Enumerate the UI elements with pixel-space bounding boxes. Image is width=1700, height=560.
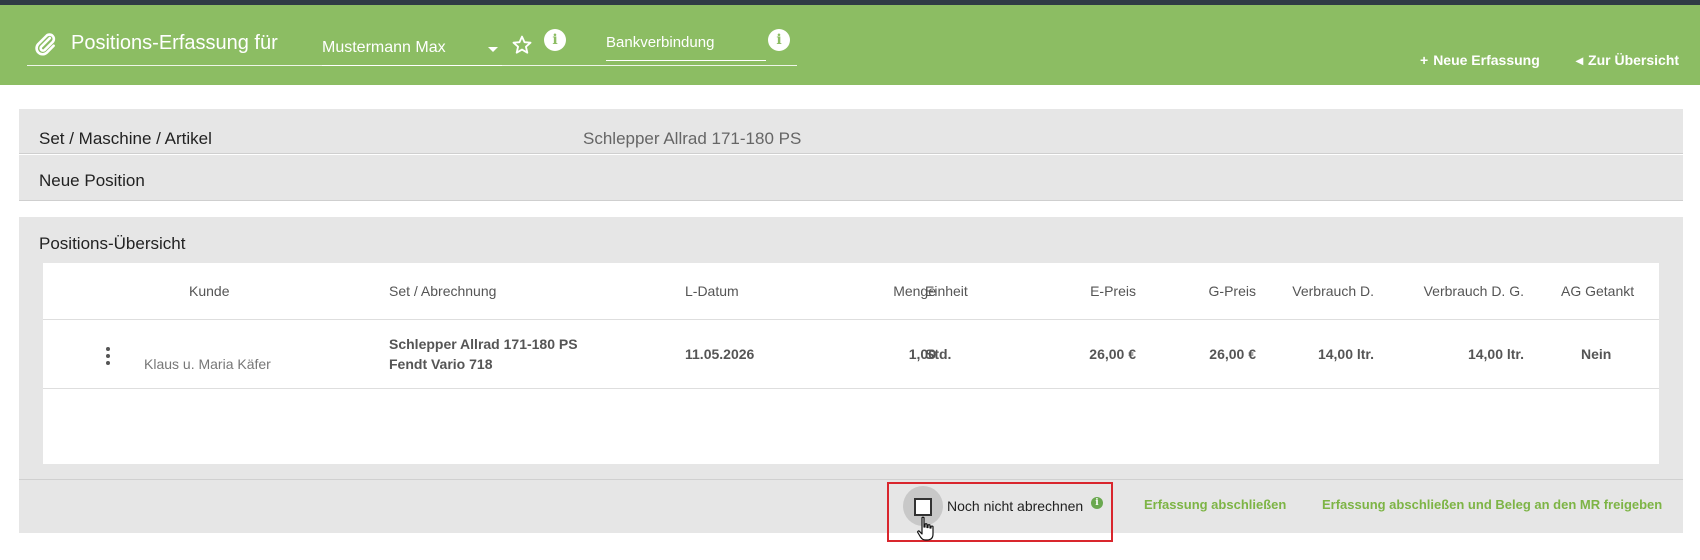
info-icon[interactable]: i [1091, 497, 1103, 509]
cell-l-datum: 11.05.2026 [685, 346, 755, 362]
new-position-panel[interactable]: Neue Position [19, 155, 1683, 201]
close-entry-button[interactable]: Erfassung abschließen [1144, 497, 1286, 512]
cell-verbrauch-d: 14,00 ltr. [1317, 346, 1374, 362]
column-header-ag-getankt: AG Getankt [1561, 283, 1635, 299]
overview-button[interactable]: ◂ Zur Übersicht [1576, 52, 1679, 69]
new-position-label: Neue Position [39, 171, 145, 190]
bank-account-field[interactable]: Bankverbindung [606, 33, 766, 61]
column-header-verbrauch-d: Verbrauch D. [1292, 283, 1374, 299]
new-entry-label: Neue Erfassung [1433, 52, 1540, 68]
paperclip-icon [35, 33, 56, 56]
set-machine-panel[interactable]: Set / Maschine / Artikel Schlepper Allra… [19, 109, 1683, 154]
kebab-menu-icon[interactable] [105, 347, 111, 367]
cell-einheit: Std. [925, 346, 952, 362]
cell-ag-getankt: Nein [1581, 346, 1612, 362]
star-icon[interactable] [511, 34, 533, 56]
header-underline [27, 65, 797, 66]
positions-overview-title: Positions-Übersicht [39, 234, 186, 253]
info-icon[interactable]: i [544, 29, 566, 51]
column-header-e-preis: E-Preis [1090, 283, 1136, 299]
column-header-einheit: Einheit [925, 283, 968, 299]
user-select[interactable]: Mustermann Max [322, 35, 502, 66]
header-bar: Positions-Erfassung für Mustermann Max i… [0, 5, 1700, 85]
chevron-down-icon [488, 47, 498, 52]
cell-g-preis: 26,00 € [1209, 346, 1256, 362]
column-header-g-preis: G-Preis [1208, 283, 1256, 299]
panel-gutter-bottom [19, 464, 1683, 479]
info-icon[interactable]: i [768, 29, 790, 51]
cell-kunde: Klaus u. Maria Käfer [144, 356, 271, 372]
cell-e-preis: 26,00 € [1089, 346, 1136, 362]
hand-cursor-icon [917, 516, 934, 541]
row-divider [43, 388, 1659, 389]
cell-set-line2: Fendt Vario 718 [389, 356, 493, 372]
page-title: Positions-Erfassung für [71, 32, 278, 54]
column-header-l-datum: L-Datum [685, 283, 739, 299]
column-header-set: Set / Abrechnung [389, 283, 497, 299]
panel-gutter-right [1659, 263, 1683, 479]
close-and-release-button[interactable]: Erfassung abschließen und Beleg an den M… [1322, 497, 1662, 512]
positions-overview-panel: Positions-Übersicht [19, 217, 1683, 263]
bank-account-label: Bankverbindung [606, 34, 715, 51]
set-machine-label: Set / Maschine / Artikel [39, 129, 212, 148]
overview-label: Zur Übersicht [1588, 52, 1680, 68]
new-entry-button[interactable]: + Neue Erfassung [1420, 52, 1540, 68]
column-header-verbrauch-dg: Verbrauch D. G. [1423, 283, 1524, 299]
cell-verbrauch-dg: 14,00 ltr. [1467, 346, 1524, 362]
chevron-left-icon: ◂ [1576, 52, 1584, 68]
user-select-value: Mustermann Max [322, 39, 446, 56]
plus-icon: + [1420, 52, 1429, 68]
not-yet-billed-checkbox[interactable] [914, 498, 932, 516]
column-header-kunde: Kunde [189, 283, 230, 299]
positions-table: Kunde Set / Abrechnung L-Datum Menge Ein… [43, 263, 1659, 464]
cell-set-line1: Schlepper Allrad 171-180 PS [389, 336, 578, 352]
panel-gutter-left [19, 263, 43, 479]
set-machine-value: Schlepper Allrad 171-180 PS [583, 129, 802, 148]
not-yet-billed-label[interactable]: Noch nicht abrechnen [947, 498, 1083, 514]
header-divider [43, 319, 1659, 320]
